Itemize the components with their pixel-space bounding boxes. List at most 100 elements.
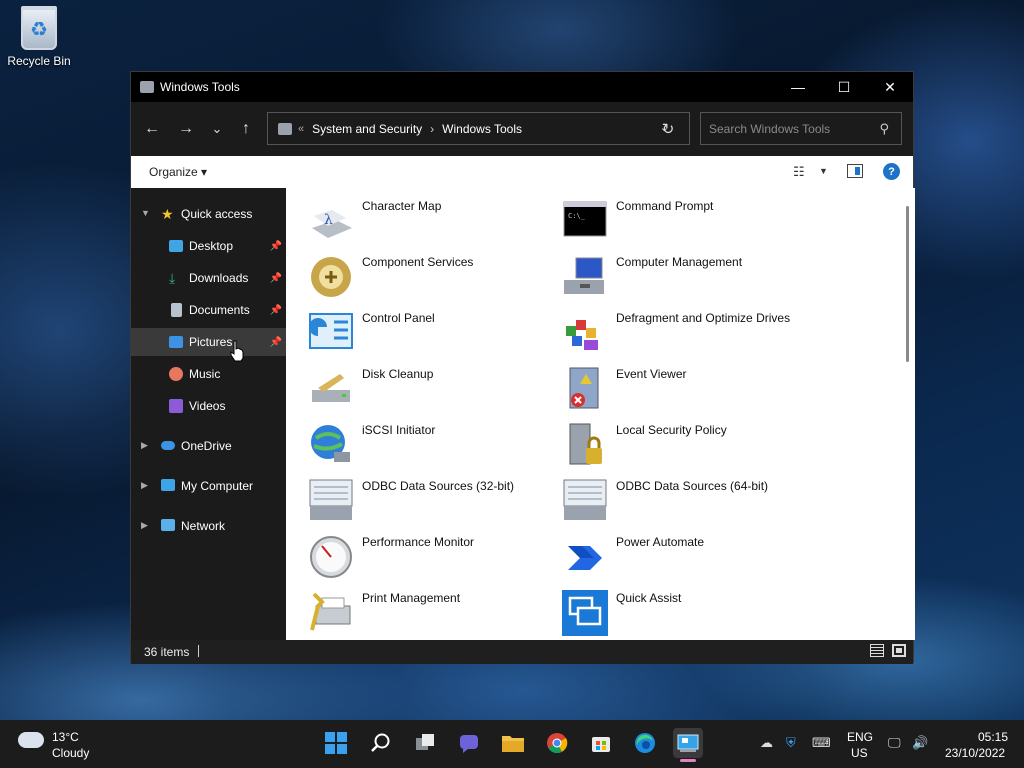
network-icon[interactable]: 🖵 [888, 735, 901, 751]
list-item-defragment-and-optimize-drives[interactable]: Defragment and Optimize Drives [562, 310, 812, 360]
list-item-performance-monitor[interactable]: Performance Monitor [308, 534, 558, 584]
list-item-event-viewer[interactable]: Event Viewer [562, 366, 812, 416]
security-shield-icon[interactable]: ⛨ [786, 735, 796, 751]
breadcrumb-system-and-security[interactable]: System and Security [312, 122, 422, 136]
computer-management-icon [564, 257, 604, 294]
list-item-computer-management[interactable]: Computer Management [562, 254, 812, 304]
weather-temperature[interactable]: 13°C [52, 730, 79, 744]
chevron-right-icon[interactable]: ▶ [141, 440, 148, 451]
view-dropdown-icon[interactable]: ▼ [819, 166, 828, 176]
cloud-weather-icon[interactable] [18, 732, 44, 748]
command-prompt-icon: C:\_ [563, 201, 607, 237]
file-explorer-taskbar-button[interactable] [498, 728, 528, 758]
chevron-right-icon[interactable]: ▶ [141, 520, 148, 531]
list-item-quick-assist[interactable]: Quick Assist [562, 590, 812, 640]
clock-time[interactable]: 05:15 [978, 730, 1008, 744]
navigation-bar: ← → ⌄ ↑ « System and Security › Windows … [131, 102, 913, 156]
item-label: Local Security Policy [616, 423, 727, 437]
input-region[interactable]: US [851, 746, 868, 760]
chevron-right-icon[interactable]: ▶ [141, 480, 148, 491]
sidebar-item-desktop[interactable]: Desktop 📌 [131, 232, 286, 260]
change-view-icon[interactable]: ☷ [793, 164, 805, 180]
sidebar-item-network[interactable]: ▶ Network [131, 512, 286, 540]
sidebar-item-music[interactable]: Music [131, 360, 286, 388]
recycle-bin-desktop-icon[interactable]: ♻ Recycle Bin [4, 6, 74, 68]
sidebar-item-my-computer[interactable]: ▶ My Computer [131, 472, 286, 500]
keyboard-icon[interactable]: ⌨ [812, 735, 831, 751]
pin-icon[interactable]: 📌 [270, 337, 282, 348]
refresh-button[interactable]: ↻ [659, 120, 677, 138]
sidebar-item-quick-access[interactable]: ▼ ★ Quick access [131, 200, 286, 228]
task-view-button[interactable] [410, 728, 440, 758]
window-title: Windows Tools [160, 80, 240, 94]
forward-button[interactable]: → [176, 119, 196, 139]
pin-icon[interactable]: 📌 [270, 241, 282, 252]
breadcrumb-overflow[interactable]: « [298, 123, 304, 135]
chrome-taskbar-button[interactable] [542, 728, 572, 758]
security-policy-icon [569, 423, 602, 465]
input-language[interactable]: ENG [847, 730, 873, 744]
list-item-print-management[interactable]: Print Management [308, 590, 558, 640]
clock-date[interactable]: 23/10/2022 [945, 746, 1005, 760]
minimize-button[interactable]: — [775, 72, 821, 102]
close-button[interactable]: ✕ [867, 72, 913, 102]
file-list: λ Character Map C:\_ Command Prompt Comp… [286, 188, 902, 640]
list-item-local-security-policy[interactable]: Local Security Policy [562, 422, 812, 472]
sidebar-item-pictures[interactable]: Pictures 📌 [131, 328, 286, 356]
scrollbar-thumb[interactable] [906, 206, 909, 362]
recycle-bin-icon: ♻ [21, 6, 57, 50]
sidebar-item-downloads[interactable]: ⤓ Downloads 📌 [131, 264, 286, 292]
organize-button[interactable]: Organize ▾ [149, 165, 207, 179]
list-item-character-map[interactable]: λ Character Map [308, 198, 558, 248]
list-item-power-automate[interactable]: Power Automate [562, 534, 812, 584]
vertical-scrollbar[interactable] [902, 188, 915, 640]
volume-icon[interactable]: 🔊 [912, 735, 928, 751]
item-label: Defragment and Optimize Drives [616, 311, 791, 325]
breadcrumb-separator[interactable]: › [430, 122, 434, 136]
up-button[interactable]: ↑ [236, 119, 256, 139]
edge-taskbar-button[interactable] [630, 728, 660, 758]
details-view-icon[interactable] [870, 644, 884, 657]
list-item-odbc-32[interactable]: ODBC Data Sources (32-bit) [308, 478, 558, 528]
search-taskbar-button[interactable] [365, 728, 395, 758]
search-box[interactable]: ⚲ [700, 112, 902, 145]
status-bar: 36 items [131, 640, 913, 664]
item-label: Disk Cleanup [362, 367, 434, 381]
sidebar-item-documents[interactable]: Documents 📌 [131, 296, 286, 324]
address-bar[interactable]: « System and Security › Windows Tools ⌄ [267, 112, 690, 145]
list-item-command-prompt[interactable]: C:\_ Command Prompt [562, 198, 812, 248]
breadcrumb-windows-tools[interactable]: Windows Tools [442, 122, 522, 136]
back-button[interactable]: ← [142, 119, 162, 139]
expanded-chevron-icon[interactable]: ▼ [141, 208, 150, 218]
sidebar-item-videos[interactable]: Videos [131, 392, 286, 420]
preview-pane-icon[interactable] [847, 164, 863, 178]
item-label: Power Automate [616, 535, 705, 549]
start-button[interactable] [321, 728, 351, 758]
title-bar[interactable]: Windows Tools — ☐ ✕ [131, 72, 913, 102]
sidebar-item-onedrive[interactable]: ▶ OneDrive [131, 432, 286, 460]
store-taskbar-button[interactable] [586, 728, 616, 758]
list-item-iscsi-initiator[interactable]: iSCSI Initiator [308, 422, 558, 472]
navigation-pane: ▼ ★ Quick access Desktop 📌 ⤓ Downloads 📌… [131, 188, 286, 640]
maximize-button[interactable]: ☐ [821, 72, 867, 102]
defragment-icon [566, 320, 598, 350]
pin-icon[interactable]: 📌 [270, 273, 282, 284]
windows-tools-taskbar-button[interactable] [673, 728, 703, 758]
store-icon [592, 737, 610, 752]
large-icons-view-icon[interactable] [892, 644, 906, 657]
list-item-component-services[interactable]: Component Services [308, 254, 558, 304]
component-services-icon [311, 257, 351, 297]
performance-monitor-icon [310, 536, 352, 578]
sidebar-item-label: Desktop [189, 239, 234, 253]
search-input[interactable] [709, 121, 869, 136]
chat-button[interactable] [454, 728, 484, 758]
help-icon[interactable]: ? [883, 163, 900, 180]
search-icon[interactable]: ⚲ [879, 121, 889, 137]
pin-icon[interactable]: 📌 [270, 305, 282, 316]
list-item-control-panel[interactable]: Control Panel [308, 310, 558, 360]
onedrive-tray-icon[interactable]: ☁ [760, 735, 773, 751]
recent-locations-button[interactable]: ⌄ [207, 119, 227, 139]
weather-description[interactable]: Cloudy [52, 746, 89, 760]
list-item-disk-cleanup[interactable]: Disk Cleanup [308, 366, 558, 416]
list-item-odbc-64[interactable]: ODBC Data Sources (64-bit) [562, 478, 812, 528]
